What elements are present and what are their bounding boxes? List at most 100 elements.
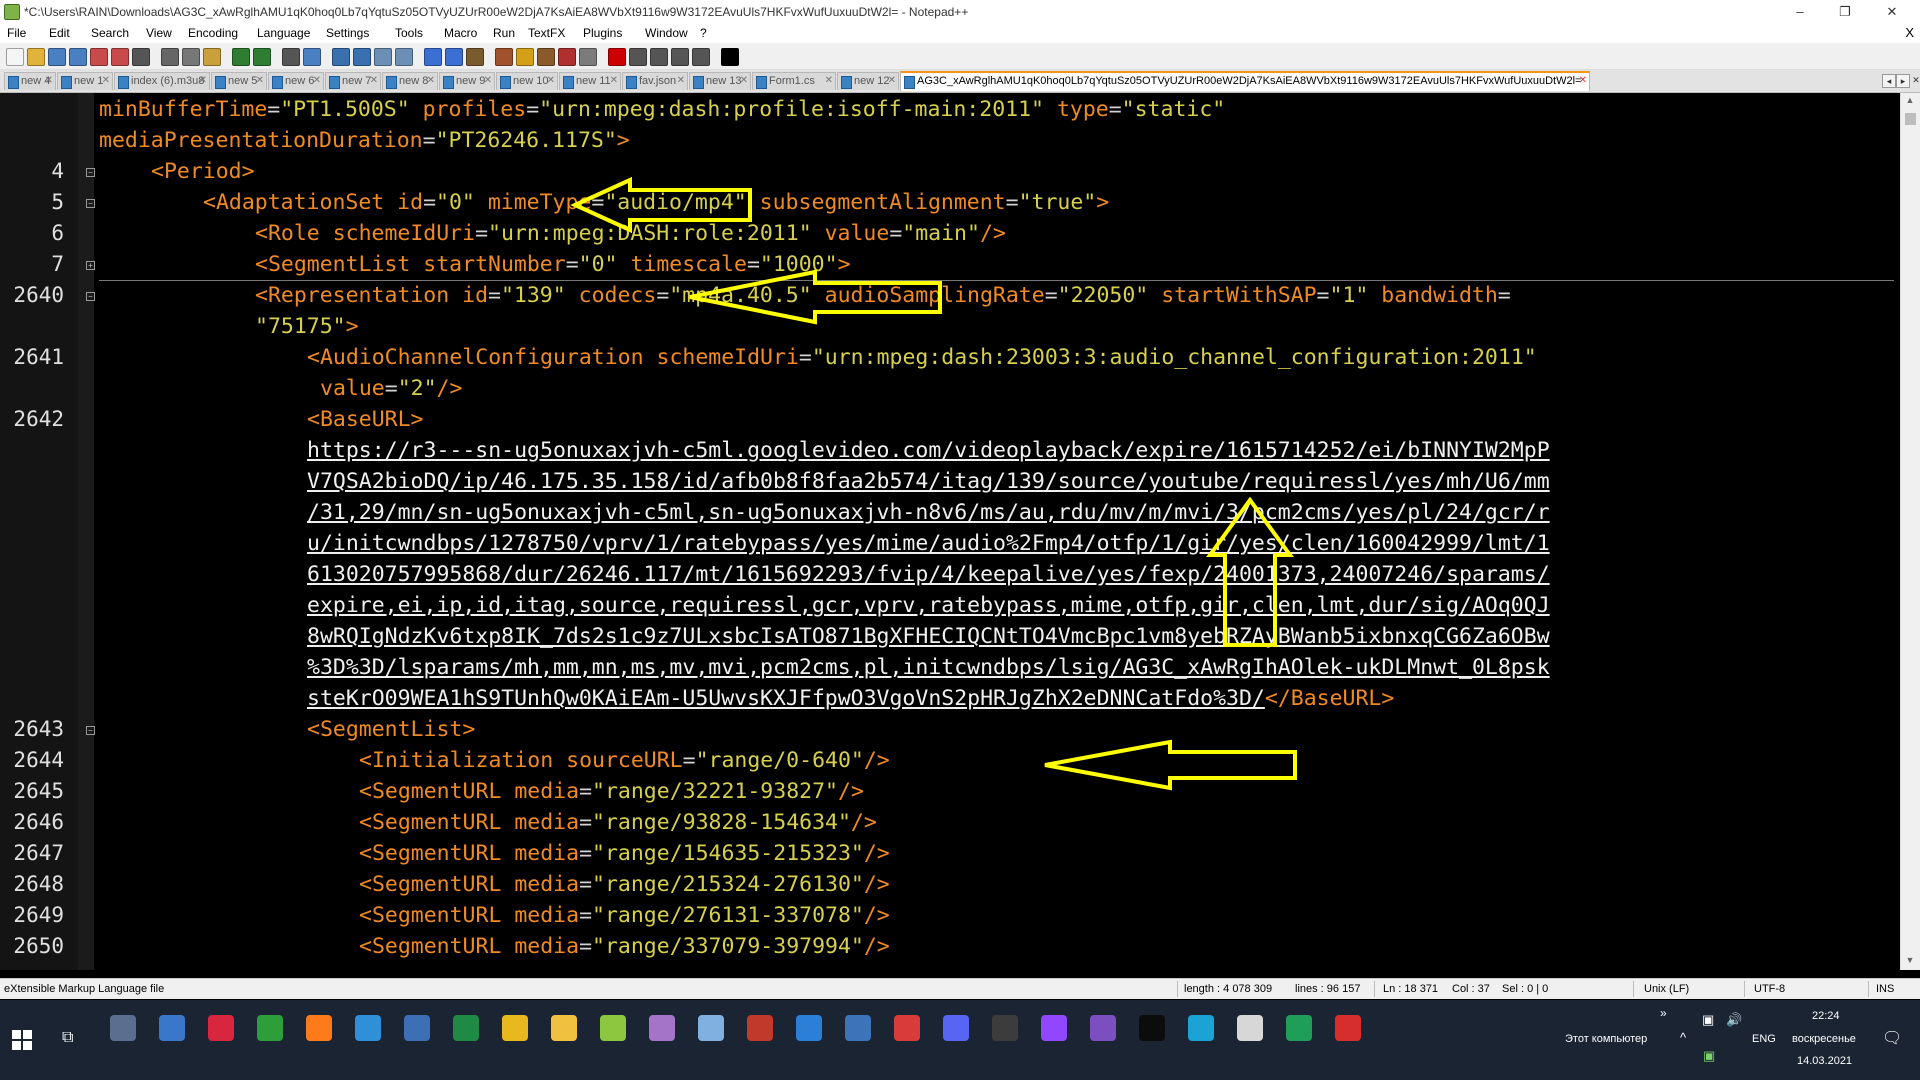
- clock-time[interactable]: 22:24: [1812, 1010, 1840, 1022]
- code-token[interactable]: expire,ei,ip,id,itag,source,requiressl,g…: [307, 593, 1550, 618]
- indent-guide-icon[interactable]: [466, 48, 484, 66]
- user-lang-icon[interactable]: [495, 48, 513, 66]
- code-line[interactable]: <AdaptationSet id="0" mimeType="audio/mp…: [203, 187, 1109, 218]
- menu-macro-item[interactable]: Macro: [444, 26, 477, 40]
- close-button[interactable]: ✕: [1872, 2, 1912, 22]
- menu-search-item[interactable]: Search: [91, 26, 129, 40]
- green-app-icon[interactable]: [257, 1015, 283, 1041]
- doc-map-icon[interactable]: [516, 48, 534, 66]
- code-token[interactable]: steKrO09WEA1hS9TUnhQw0KAiEAm-U5UwvsKXJFf…: [307, 686, 1265, 711]
- code-line[interactable]: minBufferTime="PT1.500S" profiles="urn:m…: [99, 94, 1225, 125]
- obs-app-icon[interactable]: [992, 1015, 1018, 1041]
- tab-close-icon[interactable]: ✕: [825, 75, 833, 86]
- code-editor[interactable]: 4 5 6 7 2640 2641 2642 2643 2644 2645 2646 2647 2648…: [0, 93, 1920, 970]
- spellcheck-icon[interactable]: [721, 48, 739, 66]
- clock-date[interactable]: 14.03.2021: [1797, 1055, 1852, 1067]
- fold-collapse-icon[interactable]: −: [86, 292, 95, 301]
- code-line[interactable]: <SegmentURL media="range/154635-215323"/…: [359, 838, 890, 869]
- code-token[interactable]: u/initcwndbps/1278750/vprv/1/ratebypass/…: [307, 531, 1550, 556]
- code-line[interactable]: <AudioChannelConfiguration schemeIdUri="…: [307, 342, 1537, 373]
- opera-app-icon[interactable]: [208, 1015, 234, 1041]
- show-hidden-icons-icon[interactable]: ^: [1680, 1030, 1686, 1045]
- code-area[interactable]: minBufferTime="PT1.500S" profiles="urn:m…: [99, 93, 1894, 970]
- calculator-app-icon[interactable]: [110, 1015, 136, 1041]
- code-line[interactable]: expire,ei,ip,id,itag,source,requiressl,g…: [307, 590, 1550, 621]
- sync-h-icon[interactable]: [395, 48, 413, 66]
- code-line[interactable]: 613020757995868/dur/26246.117/mt/1615692…: [307, 559, 1550, 590]
- code-line[interactable]: /31,29/mn/sn-ug5onuxaxjvh-c5ml,sn-ug5onu…: [307, 497, 1550, 528]
- play-macro-icon[interactable]: [650, 48, 668, 66]
- new-file-icon[interactable]: [6, 48, 24, 66]
- maximize-button[interactable]: ❐: [1825, 2, 1865, 22]
- tab-document[interactable]: new 1 ✕: [57, 72, 113, 90]
- code-token[interactable]: V7QSA2bioDQ/ip/46.175.35.158/id/afb0b8f8…: [307, 469, 1550, 494]
- code-line[interactable]: 8wRQIgNdzKv6txp8IK_7ds2s1c9z7ULxsbcIsATO…: [307, 621, 1550, 652]
- document-close-icon[interactable]: X: [1905, 25, 1914, 40]
- find-icon[interactable]: [282, 48, 300, 66]
- notepad-plus-app-icon[interactable]: [600, 1015, 626, 1041]
- code-line[interactable]: <Period>: [151, 156, 255, 187]
- encoding-label[interactable]: UTF-8: [1754, 983, 1785, 995]
- menu-view-item[interactable]: View: [146, 26, 172, 40]
- code-line[interactable]: <SegmentURL media="range/276131-337078"/…: [359, 900, 890, 931]
- save-icon[interactable]: [48, 48, 66, 66]
- tab-close-icon[interactable]: ✕: [370, 75, 378, 86]
- vpn-app-icon[interactable]: [1188, 1015, 1214, 1041]
- tab-document[interactable]: new 5 ✕: [211, 72, 267, 90]
- visual-studio-app-icon[interactable]: [1090, 1015, 1116, 1041]
- docs-app-icon[interactable]: [404, 1015, 430, 1041]
- l-app-icon[interactable]: [845, 1015, 871, 1041]
- print-icon[interactable]: [132, 48, 150, 66]
- code-line[interactable]: <Role schemeIdUri="urn:mpeg:DASH:role:20…: [255, 218, 1006, 249]
- windows-start-icon[interactable]: [12, 1030, 32, 1050]
- tab-active-document[interactable]: AG3C_xAwRglhAMU1qK0hoq0Lb7qYqtuSz05OTVyU…: [900, 71, 1590, 91]
- tab-close-icon[interactable]: ✕: [256, 75, 264, 86]
- code-line[interactable]: <SegmentURL media="range/32221-93827"/>: [359, 776, 864, 807]
- code-token[interactable]: https://r3---sn-ug5onuxaxjvh-c5ml.google…: [307, 438, 1550, 463]
- code-line[interactable]: V7QSA2bioDQ/ip/46.175.35.158/id/afb0b8f8…: [307, 466, 1550, 497]
- close-icon[interactable]: [90, 48, 108, 66]
- tab-close-icon[interactable]: ✕: [199, 75, 207, 86]
- tray-overflow-chevron-icon[interactable]: »: [1660, 1006, 1667, 1020]
- tab-close-icon[interactable]: ✕: [1579, 75, 1587, 86]
- cut-icon[interactable]: [161, 48, 179, 66]
- code-line[interactable]: mediaPresentationDuration="PT26246.117S"…: [99, 125, 630, 156]
- input-language[interactable]: ENG: [1752, 1033, 1776, 1045]
- network-icon[interactable]: ▣: [1702, 1012, 1714, 1028]
- tab-document[interactable]: new 9 ✕: [439, 72, 495, 90]
- copy-icon[interactable]: [182, 48, 200, 66]
- tab-close-icon[interactable]: ✕: [102, 75, 110, 86]
- code-token[interactable]: %3D%3D/lsparams/mh,mm,mn,ms,mv,mvi,pcm2c…: [307, 655, 1550, 680]
- code-token[interactable]: /31,29/mn/sn-ug5onuxaxjvh-c5ml,sn-ug5onu…: [307, 500, 1550, 525]
- pycharm-app-icon[interactable]: [1286, 1015, 1312, 1041]
- zoom-out-icon[interactable]: [353, 48, 371, 66]
- vertical-scrollbar[interactable]: ▲ ▼: [1900, 93, 1920, 970]
- tab-document[interactable]: index (6).m3u8 ✕: [114, 72, 210, 90]
- code-line[interactable]: <Initialization sourceURL="range/0-640"/…: [359, 745, 890, 776]
- menu-language-item[interactable]: Language: [257, 26, 310, 40]
- tab-document[interactable]: new 8 ✕: [382, 72, 438, 90]
- tab-document[interactable]: new 4 ✕: [4, 72, 56, 90]
- cube-app-icon[interactable]: [698, 1015, 724, 1041]
- monitor-icon[interactable]: [579, 48, 597, 66]
- code-line[interactable]: u/initcwndbps/1278750/vprv/1/ratebypass/…: [307, 528, 1550, 559]
- sync-v-icon[interactable]: [374, 48, 392, 66]
- tab-close-icon[interactable]: ✕: [547, 75, 555, 86]
- scroll-up-arrow-icon[interactable]: ▲: [1905, 95, 1915, 107]
- redo-icon[interactable]: [253, 48, 271, 66]
- task-view-icon[interactable]: ⧉: [62, 1029, 73, 1047]
- tab-close-icon[interactable]: ✕: [427, 75, 435, 86]
- menu-settings-item[interactable]: Settings: [326, 26, 369, 40]
- twitch-app-icon[interactable]: [1041, 1015, 1067, 1041]
- window-app-icon[interactable]: [1237, 1015, 1263, 1041]
- code-line[interactable]: <SegmentList startNumber="0" timescale="…: [255, 249, 851, 280]
- tab-scroll-left-button[interactable]: ◂: [1882, 74, 1896, 88]
- tab-document[interactable]: new 13 ✕: [689, 72, 751, 90]
- menu-plugins-item[interactable]: Plugins: [583, 26, 622, 40]
- xp-app-icon[interactable]: [159, 1015, 185, 1041]
- code-line[interactable]: <SegmentURL media="range/215324-276130"/…: [359, 869, 890, 900]
- paste-icon[interactable]: [203, 48, 221, 66]
- rx-app-icon[interactable]: [1335, 1015, 1361, 1041]
- code-line[interactable]: %3D%3D/lsparams/mh,mm,mn,ms,mv,mvi,pcm2c…: [307, 652, 1550, 683]
- menu-edit-item[interactable]: Edit: [49, 26, 70, 40]
